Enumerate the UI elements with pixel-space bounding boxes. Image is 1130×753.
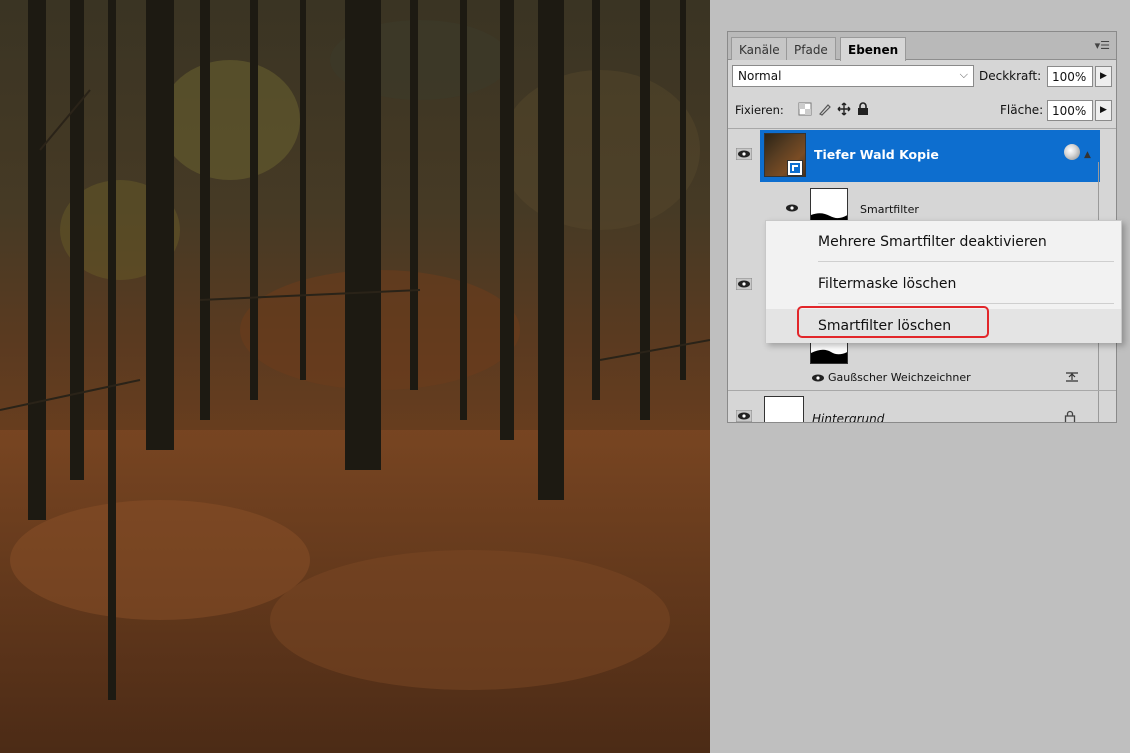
- eye-icon[interactable]: [736, 148, 752, 160]
- filter-name: Gaußscher Weichzeichner: [828, 371, 971, 384]
- divider: [728, 390, 1116, 391]
- eye-icon[interactable]: [810, 372, 826, 384]
- fill-label: Fläche:: [1000, 103, 1044, 117]
- smart-object-icon: [787, 160, 803, 176]
- triangle-right-icon: ▶: [1100, 71, 1107, 81]
- highlight-annotation: [797, 306, 989, 338]
- blend-mode-value: Normal: [738, 69, 782, 83]
- layer-thumbnail: [764, 133, 806, 177]
- layer-thumbnail: [764, 396, 804, 422]
- brush-icon[interactable]: [818, 102, 832, 116]
- layer-row-tiefer-wald-kopie[interactable]: Tiefer Wald Kopie: [760, 130, 1100, 182]
- fill-input[interactable]: 100%: [1047, 100, 1093, 121]
- opacity-value: 100%: [1052, 70, 1087, 84]
- tab-label: Ebenen: [848, 43, 899, 57]
- eye-icon[interactable]: [735, 277, 753, 291]
- tab-paths[interactable]: Pfade: [786, 37, 836, 60]
- lock-transparent-icon[interactable]: [798, 102, 812, 116]
- layer-name: Hintergrund: [812, 412, 885, 423]
- panel-tab-bar: Kanäle Pfade Ebenen ▾☰: [728, 32, 1116, 61]
- menu-separator: [818, 303, 1114, 304]
- lock-icon[interactable]: [1064, 410, 1076, 423]
- tab-label: Pfade: [794, 43, 828, 57]
- fill-spin-button[interactable]: ▶: [1095, 100, 1112, 121]
- tab-layers[interactable]: Ebenen: [840, 37, 907, 61]
- opacity-label: Deckkraft:: [979, 69, 1042, 83]
- filter-row-gaussian-blur[interactable]: Gaußscher Weichzeichner: [810, 368, 1110, 388]
- lock-label: Fixieren:: [735, 103, 784, 117]
- layer-name: Tiefer Wald Kopie: [814, 147, 939, 162]
- tab-label: Kanäle: [739, 43, 780, 57]
- panel-menu-icon[interactable]: ▾☰: [1095, 39, 1110, 52]
- menu-item-label: Filtermaske löschen: [818, 276, 957, 292]
- filter-options-icon[interactable]: [1064, 370, 1080, 384]
- layer-row-hintergrund[interactable]: Hintergrund: [728, 392, 1108, 423]
- scroll-up-icon[interactable]: ▲: [1084, 150, 1091, 160]
- document-canvas[interactable]: [0, 0, 710, 753]
- eye-icon[interactable]: [784, 202, 800, 214]
- forest-photo: [0, 0, 710, 753]
- menu-item-delete-filter-mask[interactable]: Filtermaske löschen: [766, 267, 1121, 301]
- smartfilter-label: Smartfilter: [860, 203, 919, 216]
- tab-channels[interactable]: Kanäle: [731, 37, 788, 60]
- lock-icon[interactable]: [856, 102, 870, 116]
- menu-item-disable-smartfilters[interactable]: Mehrere Smartfilter deaktivieren: [766, 225, 1121, 259]
- triangle-right-icon: ▶: [1100, 105, 1107, 115]
- move-icon[interactable]: [837, 102, 851, 116]
- divider: [728, 128, 1116, 129]
- opacity-input[interactable]: 100%: [1047, 66, 1093, 87]
- chevron-down-icon: ⌵: [959, 68, 968, 81]
- opacity-spin-button[interactable]: ▶: [1095, 66, 1112, 87]
- eye-icon[interactable]: [736, 410, 752, 422]
- menu-separator: [818, 261, 1114, 262]
- filter-mask-thumbnail: [810, 188, 848, 222]
- menu-item-label: Mehrere Smartfilter deaktivieren: [818, 234, 1047, 250]
- fill-value: 100%: [1052, 104, 1087, 118]
- blend-mode-select[interactable]: Normal ⌵: [732, 65, 974, 87]
- fx-options-icon[interactable]: [1064, 144, 1080, 160]
